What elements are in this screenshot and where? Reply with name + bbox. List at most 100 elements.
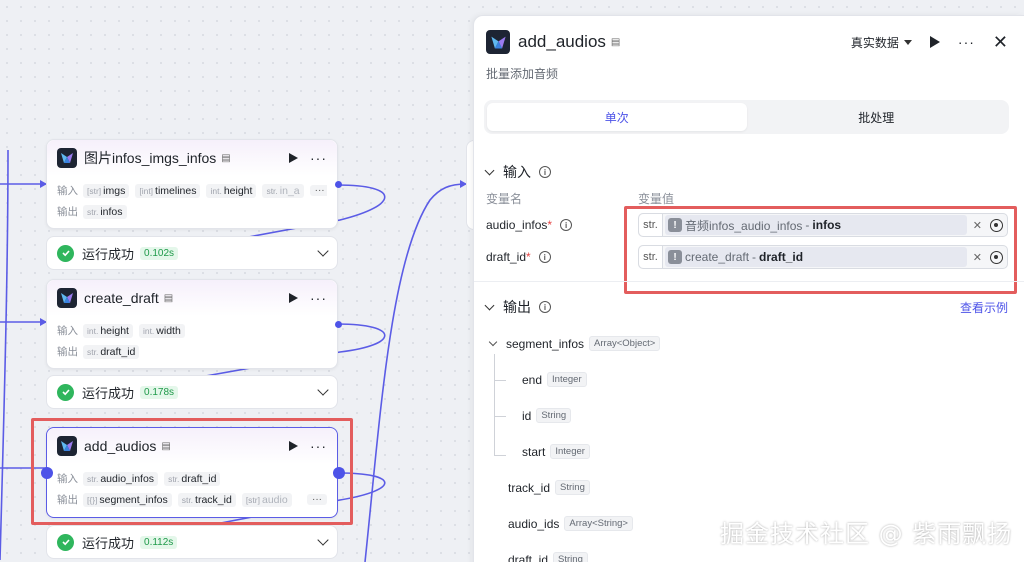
output-field: draft_id String: [508, 552, 588, 562]
input-param: [str] imgs: [83, 183, 130, 198]
input-section-header[interactable]: 输入 i: [484, 162, 551, 182]
output-section-header[interactable]: 输出 i: [484, 297, 551, 317]
output-field[interactable]: segment_infos Array<Object>: [488, 336, 661, 351]
column-header-name: 变量名: [486, 192, 523, 206]
required-mark: *: [547, 218, 553, 232]
column-header-value: 变量值: [638, 192, 675, 206]
output-field: track_id String: [508, 480, 590, 495]
view-example-link[interactable]: 查看示例: [960, 299, 1008, 316]
chevron-down-icon[interactable]: [317, 245, 329, 257]
tree-guide: [494, 354, 495, 456]
info-icon[interactable]: i: [539, 166, 551, 178]
success-check-icon: [57, 383, 74, 401]
tree-branch: [494, 455, 506, 456]
field-name: draft_id: [508, 552, 549, 562]
run-status-bar[interactable]: 运行成功 0.178s: [46, 375, 338, 409]
tree-branch: [494, 380, 506, 381]
run-icon[interactable]: [929, 36, 940, 48]
section-title: 输出: [503, 299, 531, 315]
info-icon[interactable]: i: [560, 219, 573, 231]
node-header: create_draft ▤ ···: [47, 280, 337, 316]
field-type: Integer: [550, 444, 590, 459]
more-options-icon[interactable]: ···: [958, 35, 975, 49]
plugin-badge-icon: ▤: [221, 152, 231, 164]
field-type: Array<String>: [564, 516, 633, 531]
more-options-icon[interactable]: ···: [310, 151, 327, 165]
field-type: Array<Object>: [589, 336, 661, 351]
section-title: 输入: [503, 164, 531, 180]
field-name: id: [522, 408, 532, 423]
node-imgs-infos[interactable]: 图片infos_imgs_infos ▤ ··· 输入 [str] imgs [i…: [46, 139, 338, 229]
node-title: create_draft: [84, 290, 159, 306]
info-icon[interactable]: i: [538, 251, 551, 263]
field-type: String: [555, 480, 590, 495]
highlight-box-node: [31, 418, 353, 525]
chevron-down-icon[interactable]: [488, 337, 498, 347]
output-field: start Integer: [522, 444, 590, 459]
status-text: 运行成功: [82, 246, 135, 262]
input-param: [int] timelines: [135, 183, 201, 198]
output-field: end Integer: [522, 372, 587, 387]
run-node-icon[interactable]: [289, 153, 298, 163]
plugin-logo-icon: [57, 288, 77, 308]
duration-badge: 0.102s: [140, 246, 179, 260]
tab-single[interactable]: 单次: [487, 103, 747, 131]
run-mode-tabs: 单次 批处理: [484, 100, 1009, 134]
run-status-bar[interactable]: 运行成功 0.102s: [46, 236, 338, 270]
output-param: str. infos: [83, 204, 127, 219]
watermark: 掘金技术社区 @ 紫雨飘扬: [720, 520, 1013, 548]
output-param: str. draft_id: [83, 344, 140, 359]
required-mark: *: [526, 250, 531, 264]
field-name: end: [522, 372, 543, 387]
node-create-draft[interactable]: create_draft ▤ ··· 输入 int. height int. wid…: [46, 279, 338, 369]
chevron-down-icon[interactable]: [317, 384, 329, 396]
input-param: str. in_a: [262, 183, 304, 198]
status-text: 运行成功: [82, 385, 135, 401]
field-type: String: [553, 552, 588, 562]
panel-header: add_audios ▤ 真实数据 ··· ✕: [486, 28, 1008, 56]
input-param: int. height: [206, 183, 257, 198]
output-port[interactable]: [335, 321, 342, 328]
outputs-label: 输出: [57, 206, 78, 218]
chevron-down-icon[interactable]: [317, 534, 329, 546]
chevron-down-icon: [484, 300, 495, 310]
node-outputs-row: 输出 str. infos: [57, 201, 327, 222]
more-params-chip[interactable]: ···: [309, 185, 327, 196]
panel-title: add_audios: [518, 32, 606, 51]
node-inputs-row: 输入 int. height int. width: [57, 320, 327, 341]
variable-row: draft_id * i: [486, 250, 551, 264]
duration-badge: 0.178s: [140, 385, 179, 399]
status-text: 运行成功: [82, 535, 135, 551]
caret-down-icon: [903, 39, 912, 45]
plugin-logo-icon: [486, 30, 510, 54]
field-name: audio_ids: [508, 516, 560, 531]
inputs-label: 输入: [57, 325, 78, 337]
input-param: int. width: [138, 323, 185, 338]
data-mode-select[interactable]: 真实数据: [851, 34, 912, 51]
tab-batch[interactable]: 批处理: [747, 103, 1007, 131]
success-check-icon: [57, 244, 74, 262]
chevron-down-icon: [484, 165, 495, 175]
node-config-panel: add_audios ▤ 真实数据 ··· ✕ 批量添加音频 单次 批处理 输入…: [473, 15, 1024, 562]
field-name: track_id: [508, 480, 551, 495]
plugin-logo-icon: [57, 148, 77, 168]
node-outputs-row: 输出 str. draft_id: [57, 341, 327, 362]
success-check-icon: [57, 533, 74, 551]
node-header: 图片infos_imgs_infos ▤ ···: [47, 140, 337, 176]
field-name: start: [522, 444, 546, 459]
field-name: segment_infos: [506, 336, 585, 351]
node-inputs-row: 输入 [str] imgs [int] timelines int. height s…: [57, 180, 327, 201]
more-options-icon[interactable]: ···: [310, 291, 327, 305]
info-icon[interactable]: i: [539, 301, 551, 313]
close-icon[interactable]: ✕: [993, 33, 1008, 51]
plugin-badge-icon: ▤: [163, 292, 174, 304]
run-node-icon[interactable]: [289, 293, 298, 303]
node-title: 图片infos_imgs_infos: [84, 150, 217, 166]
run-status-bar[interactable]: 运行成功 0.112s: [46, 525, 338, 559]
outputs-label: 输出: [57, 346, 78, 358]
variable-name: draft_id: [486, 250, 527, 264]
duration-badge: 0.112s: [140, 535, 178, 549]
section-divider: [474, 281, 1024, 282]
field-type: Integer: [547, 372, 587, 387]
output-port[interactable]: [335, 181, 342, 188]
